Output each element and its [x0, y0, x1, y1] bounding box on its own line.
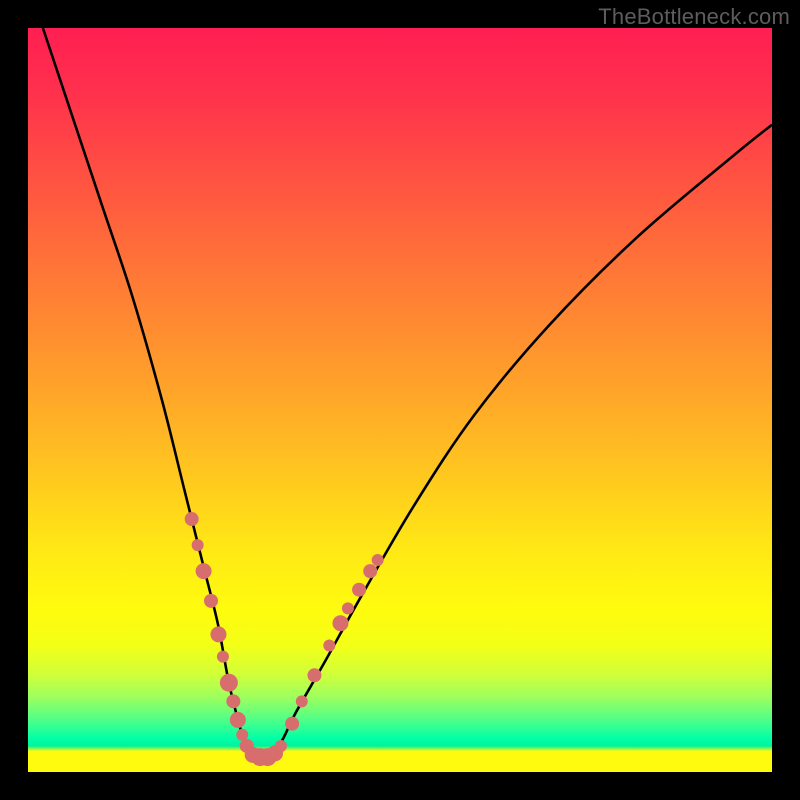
marker-point	[275, 740, 287, 752]
marker-point	[204, 594, 218, 608]
chart-frame	[28, 28, 772, 772]
marker-point	[342, 602, 354, 614]
marker-point	[285, 717, 299, 731]
marker-point	[220, 674, 238, 692]
marker-point	[296, 695, 308, 707]
marker-point	[230, 712, 246, 728]
marker-point	[352, 583, 366, 597]
bottleneck-curve	[43, 28, 772, 759]
marker-point	[196, 563, 212, 579]
marker-point	[217, 651, 229, 663]
marker-point	[323, 640, 335, 652]
marker-point	[332, 615, 348, 631]
watermark-text: TheBottleneck.com	[598, 4, 790, 30]
marker-point	[307, 668, 321, 682]
highlighted-points	[185, 512, 384, 766]
marker-point	[192, 539, 204, 551]
marker-point	[372, 554, 384, 566]
marker-point	[210, 626, 226, 642]
marker-point	[185, 512, 199, 526]
marker-point	[363, 564, 377, 578]
bottleneck-curve-svg	[28, 28, 772, 772]
marker-point	[226, 694, 240, 708]
